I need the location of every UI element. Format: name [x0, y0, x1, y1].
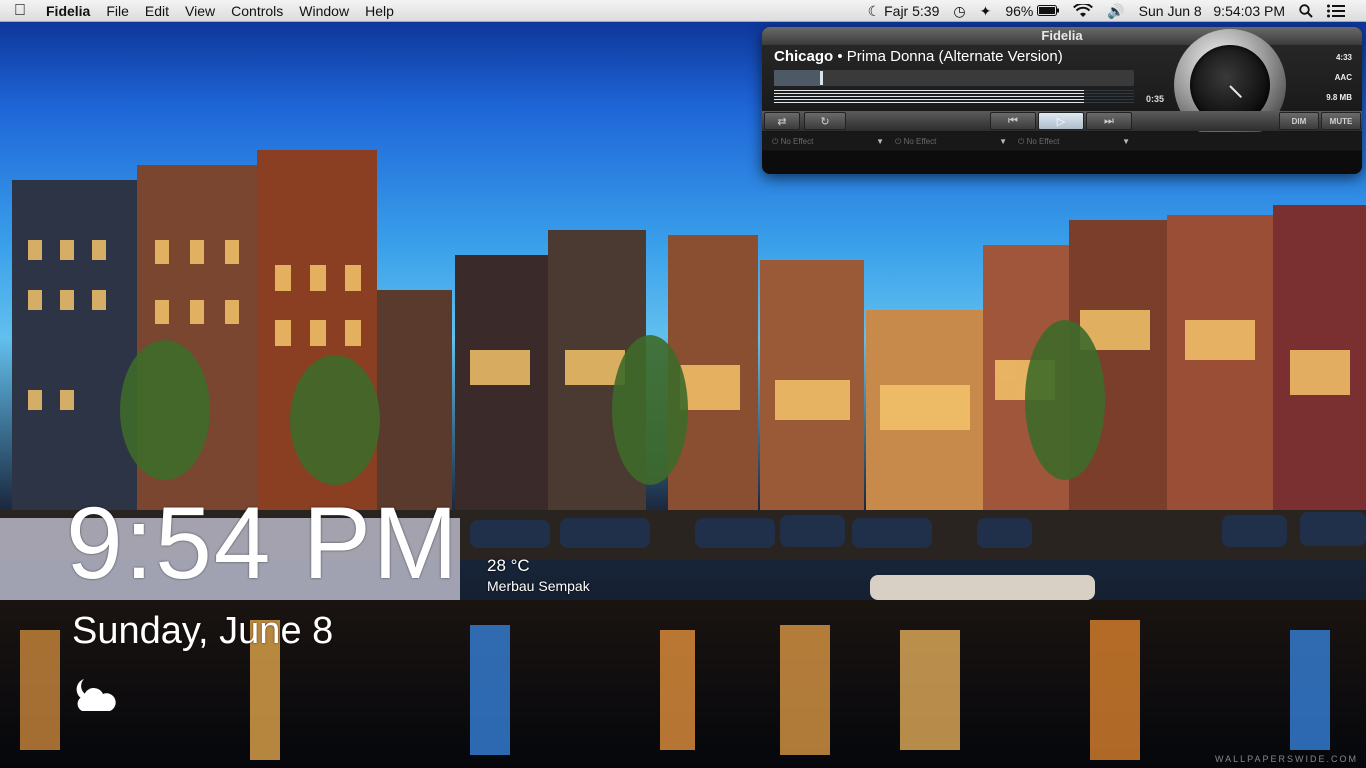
next-track-button[interactable]: ⏭ — [1086, 112, 1132, 130]
fidelia-player-window: Fidelia Chicago • Prima Donna (Alternate… — [762, 27, 1362, 174]
power-icon: ⏻ — [895, 136, 902, 146]
menu-app-fidelia[interactable]: Fidelia — [40, 0, 98, 22]
bluetooth-icon[interactable]: ✦ — [973, 0, 999, 22]
volume-dial-needle — [1229, 85, 1243, 99]
level-meter-fill — [774, 90, 1084, 104]
now-playing: Chicago • Prima Donna (Alternate Version… — [774, 48, 1063, 65]
menu-view[interactable]: View — [177, 0, 223, 22]
level-meter — [774, 90, 1134, 104]
battery-status[interactable]: 96% — [998, 0, 1066, 22]
track-separator: • — [833, 48, 847, 65]
shuffle-icon: ⇄ — [777, 115, 787, 128]
play-icon: ▷ — [1056, 115, 1066, 128]
track-format: AAC — [1334, 73, 1352, 82]
previous-track-icon: ⏮ — [1008, 114, 1018, 127]
effect-select-2[interactable]: ⏻ No Effect ▼ — [895, 135, 1007, 148]
previous-track-button[interactable]: ⏮ — [990, 112, 1036, 130]
widget-location: Merbau Sempak — [487, 578, 590, 594]
canal-houses — [12, 150, 1366, 520]
spotlight-search-icon[interactable] — [1292, 0, 1320, 22]
chevron-down-icon: ▼ — [1122, 137, 1130, 146]
time-machine-icon[interactable]: ◷ — [946, 0, 972, 22]
playback-scrubber[interactable] — [774, 70, 1134, 86]
scrubber-played — [774, 70, 821, 86]
chevron-down-icon: ▼ — [876, 137, 884, 146]
effect-label-2: No Effect — [903, 137, 937, 146]
next-track-icon: ⏭ — [1104, 114, 1114, 127]
power-icon: ⏻ — [772, 136, 779, 146]
battery-percent: 96% — [1005, 2, 1034, 19]
wifi-icon[interactable] — [1066, 0, 1100, 22]
widget-date: Sunday, June 8 — [72, 610, 334, 652]
widget-clock-time: 9:54 PM — [66, 486, 460, 600]
power-icon: ⏻ — [1018, 136, 1025, 146]
shuffle-button[interactable]: ⇄ — [764, 112, 800, 130]
dim-button[interactable]: DIM — [1279, 112, 1319, 130]
menu-help[interactable]: Help — [357, 0, 402, 22]
effect-label-1: No Effect — [780, 137, 814, 146]
track-size: 9.8 MB — [1326, 93, 1352, 102]
chevron-down-icon: ▼ — [999, 137, 1007, 146]
effect-label-3: No Effect — [1026, 137, 1060, 146]
menu-controls[interactable]: Controls — [223, 0, 291, 22]
effect-select-1[interactable]: ⏻ No Effect ▼ — [772, 135, 884, 148]
repeat-icon: ↻ — [820, 115, 830, 128]
menubar-clock[interactable]: Sun Jun 8 9:54:03 PM — [1132, 0, 1292, 22]
prayer-time-text: Fajr 5:39 — [884, 2, 940, 19]
player-controls: ⇄ ↻ ⏮ ▷ ⏭ DIM MUTE — [762, 111, 1362, 131]
track-duration: 4:33 — [1335, 53, 1352, 62]
track-song: Prima Donna (Alternate Version) — [846, 48, 1063, 65]
play-button[interactable]: ▷ — [1038, 112, 1084, 130]
effect-select-3[interactable]: ⏻ No Effect ▼ — [1018, 135, 1130, 148]
battery-icon — [1037, 5, 1060, 16]
volume-icon[interactable]: 🔊 — [1100, 0, 1131, 22]
repeat-button[interactable]: ↻ — [804, 112, 846, 130]
moon-cloud-icon — [70, 675, 118, 720]
prayer-time-status[interactable]: ☾ Fajr 5:39 — [861, 0, 947, 22]
track-artist: Chicago — [774, 48, 834, 65]
menu-bar:  Fidelia File Edit View Controls Window… — [0, 0, 1366, 22]
wallpaper-watermark: WALLPAPERSWIDE.COM — [1214, 754, 1358, 764]
menu-file[interactable]: File — [98, 0, 137, 22]
elapsed-time: 0:35 — [1146, 94, 1165, 104]
menu-window[interactable]: Window — [291, 0, 357, 22]
widget-temperature: 28 °C — [487, 556, 530, 575]
mute-button[interactable]: MUTE — [1321, 112, 1361, 130]
crescent-moon-icon: ☾ — [867, 2, 881, 19]
scrubber-knob[interactable] — [820, 71, 824, 85]
player-title-bar[interactable]: Fidelia — [762, 27, 1362, 45]
menu-edit[interactable]: Edit — [137, 0, 177, 22]
player-footer — [762, 151, 1362, 174]
apple-menu-icon[interactable]:  — [0, 2, 40, 20]
notification-center-icon[interactable] — [1320, 0, 1352, 22]
effects-bar: ⏻ No Effect ▼ ⏻ No Effect ▼ ⏻ No Effect ▼ — [762, 132, 1362, 150]
